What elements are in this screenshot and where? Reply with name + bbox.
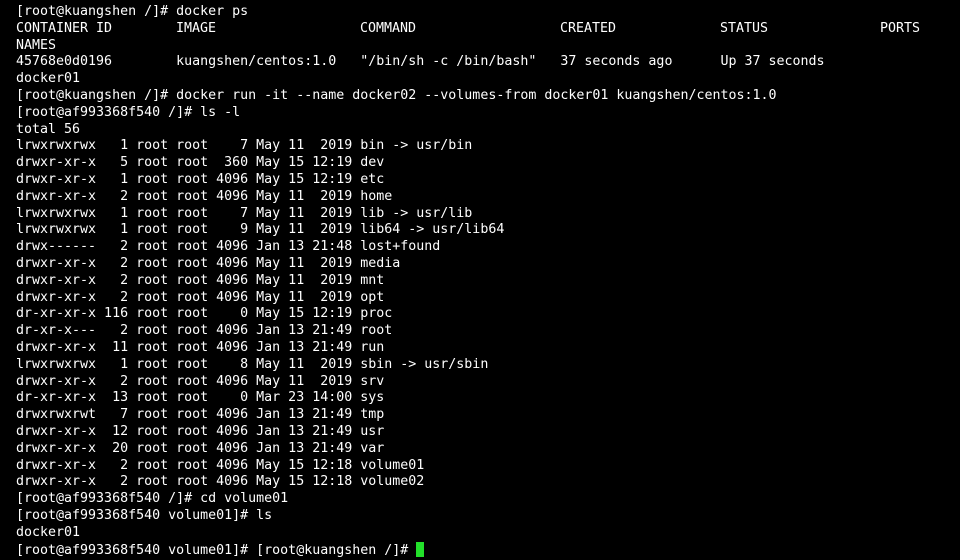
terminal-line: drwxr-xr-x 2 root root 4096 May 11 2019 …: [16, 188, 393, 204]
terminal-line: total 56: [16, 121, 81, 137]
header-command: COMMAND: [360, 20, 417, 36]
docker-ps-header: CONTAINER ID IMAGE COMMAND CREATED STATU…: [16, 21, 960, 38]
terminal-line: dr-xr-xr-x 13 root root 0 Mar 23 14:00 s…: [16, 390, 385, 406]
terminal-line: 45768e0d0196 kuangshen/centos:1.0 "/bin/…: [16, 54, 825, 70]
header-status: STATUS: [720, 20, 769, 36]
terminal-line: lrwxrwxrwx 1 root root 7 May 11 2019 bin…: [16, 138, 473, 154]
terminal-line: drwxr-xr-x 5 root root 360 May 15 12:19 …: [16, 155, 385, 171]
terminal-line: lrwxrwxrwx 1 root root 7 May 11 2019 lib…: [16, 205, 473, 221]
terminal-line: drwxr-xr-x 12 root root 4096 Jan 13 21:4…: [16, 423, 385, 439]
terminal-line: lrwxrwxrwx 1 root root 8 May 11 2019 sbi…: [16, 356, 489, 372]
terminal-line: drwxr-xr-x 2 root root 4096 May 15 12:18…: [16, 457, 425, 473]
terminal-line: lrwxrwxrwx 1 root root 9 May 11 2019 lib…: [16, 222, 505, 238]
terminal-line: [root@kuangshen /]# docker run -it --nam…: [16, 87, 777, 103]
terminal-line: drwxr-xr-x 1 root root 4096 May 15 12:19…: [16, 171, 385, 187]
terminal-line: drwxr-xr-x 2 root root 4096 May 15 12:18…: [16, 474, 425, 490]
terminal-line: [root@af993368f540 /]# ls -l: [16, 104, 241, 120]
terminal-line: drwxr-xr-x 20 root root 4096 Jan 13 21:4…: [16, 440, 385, 456]
terminal-line: dr-xr-x--- 2 root root 4096 Jan 13 21:49…: [16, 323, 393, 339]
header-created: CREATED: [560, 20, 617, 36]
terminal-line: docker01: [16, 524, 81, 540]
terminal-line: [root@kuangshen /]# docker ps: [16, 4, 249, 19]
terminal-line: drwxr-xr-x 11 root root 4096 Jan 13 21:4…: [16, 339, 385, 355]
header-ports: PORTS: [880, 20, 921, 36]
terminal-line: NAMES: [16, 37, 57, 53]
terminal-cursor: [416, 541, 425, 557]
terminal-line: drwxr-xr-x 2 root root 4096 May 11 2019 …: [16, 373, 385, 389]
terminal-line: docker01: [16, 71, 81, 87]
terminal-line: drwxr-xr-x 2 root root 4096 May 11 2019 …: [16, 272, 385, 288]
terminal-line: [root@af993368f540 /]# cd volume01: [16, 491, 289, 507]
terminal-window[interactable]: [root@kuangshen /]# docker ps CONTAINER …: [0, 0, 960, 560]
terminal-line: [root@af993368f540 volume01]# ls: [16, 507, 273, 523]
terminal-prompt: [root@af993368f540 volume01]# [root@kuan…: [16, 542, 417, 558]
terminal-prompt-line[interactable]: [root@af993368f540 volume01]# [root@kuan…: [16, 541, 960, 559]
terminal-line: drwx------ 2 root root 4096 Jan 13 21:48…: [16, 239, 441, 255]
header-container-id: CONTAINER ID: [16, 20, 113, 36]
terminal-line: drwxr-xr-x 2 root root 4096 May 11 2019 …: [16, 289, 385, 305]
terminal-line: dr-xr-xr-x 116 root root 0 May 15 12:19 …: [16, 306, 393, 322]
terminal-line: drwxr-xr-x 2 root root 4096 May 11 2019 …: [16, 255, 401, 271]
terminal-line: drwxrwxrwt 7 root root 4096 Jan 13 21:49…: [16, 407, 385, 423]
header-image: IMAGE: [176, 20, 217, 36]
